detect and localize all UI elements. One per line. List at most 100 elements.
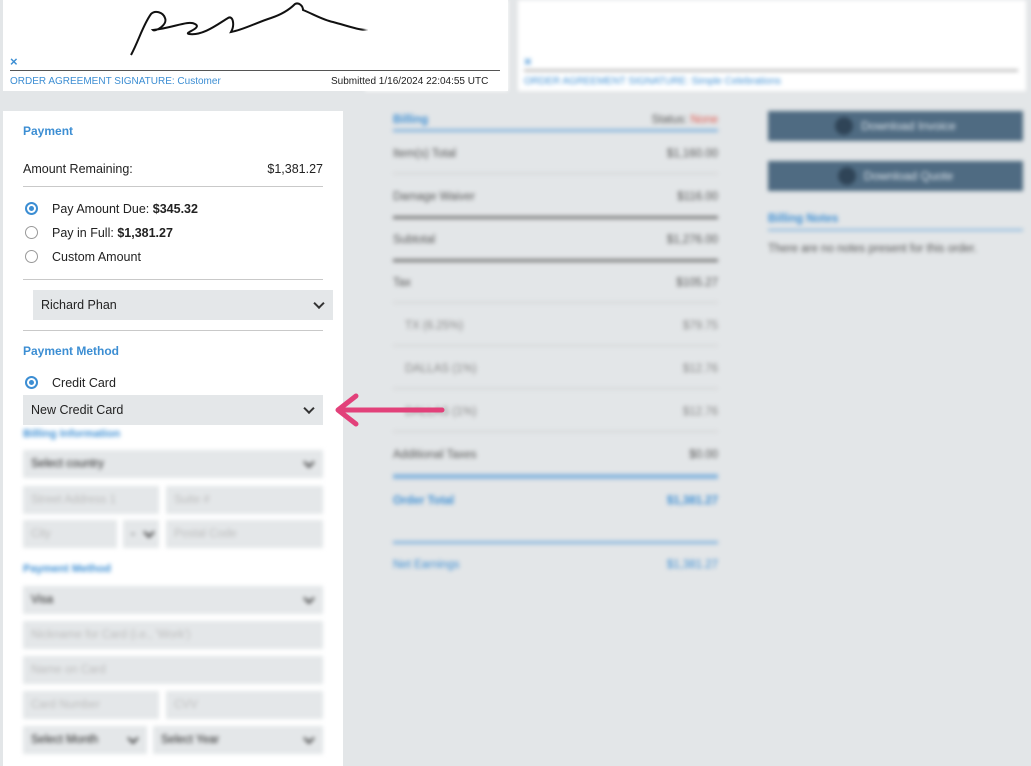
- billing-row-label: DALLAS (1%): [405, 363, 477, 375]
- expiry-year-value: Select Year: [161, 734, 220, 746]
- billing-row-items-total: Item(s) Total $1,160.00: [393, 148, 718, 168]
- order-total-value: $1,381.27: [666, 495, 718, 507]
- credit-card-option[interactable]: Credit Card: [52, 376, 312, 390]
- card-type-select[interactable]: Visa: [23, 586, 323, 614]
- state-select[interactable]: -: [123, 520, 159, 548]
- city-input[interactable]: City: [23, 520, 117, 548]
- billing-title-underline: [393, 129, 718, 132]
- credit-card-radio[interactable]: [25, 376, 38, 389]
- billing-status: Status: None: [393, 114, 718, 126]
- billing-status-label: Status:: [651, 114, 688, 126]
- billing-row-value: $116.00: [677, 191, 718, 203]
- billing-row-additional-taxes: Additional Taxes $0.00: [393, 449, 718, 469]
- divider: [23, 330, 323, 331]
- name-on-card-input[interactable]: Name on Card: [23, 656, 323, 684]
- company-signature-label: ORDER AGREEMENT SIGNATURE: Simple Celebr…: [524, 76, 781, 87]
- pay-in-full-option[interactable]: Pay in Full: $1,381.27: [52, 226, 312, 240]
- billing-row-value: $1,160.00: [666, 148, 718, 160]
- chevron-down-icon: [303, 732, 315, 745]
- clear-customer-signature-icon[interactable]: ×: [10, 54, 18, 69]
- signature-submitted-time: Submitted 1/16/2024 22:04:55 UTC: [331, 76, 489, 87]
- billing-row-tx-tax: TX (6.25%) $79.75: [393, 320, 718, 340]
- billing-row-value: $1,276.00: [666, 234, 718, 246]
- billing-row-label: TX (6.25%): [405, 320, 464, 332]
- billing-row-order-total: Order Total $1,381.27: [393, 495, 718, 515]
- pay-amount-due-value: $345.32: [152, 202, 198, 216]
- custom-amount-option[interactable]: Custom Amount: [52, 250, 312, 264]
- chevron-down-icon: [313, 297, 325, 310]
- chevron-down-icon: [303, 402, 315, 415]
- amount-remaining-label: Amount Remaining:: [23, 162, 133, 176]
- billing-row-label: Additional Taxes: [393, 449, 477, 461]
- billing-notes-underline: [768, 229, 1023, 231]
- download-quote-button[interactable]: Download Quote: [768, 161, 1023, 191]
- cvv-input[interactable]: CVV: [166, 691, 323, 719]
- divider: [393, 216, 718, 219]
- divider: [393, 345, 718, 346]
- suite-input[interactable]: Suite #: [166, 486, 323, 514]
- chevron-down-icon: [303, 592, 315, 605]
- billing-information-title: Billing Information: [23, 428, 121, 440]
- expiry-month-value: Select Month: [31, 734, 99, 746]
- billing-notes-text: There are no notes present for this orde…: [768, 243, 978, 255]
- divider: [393, 302, 718, 303]
- divider: [23, 279, 323, 280]
- billing-row-value: $79.75: [682, 320, 718, 332]
- divider: [393, 388, 718, 389]
- billing-row-value: $12.76: [682, 406, 718, 418]
- divider: [393, 431, 718, 432]
- country-select[interactable]: Select country: [23, 450, 323, 478]
- billing-row-label: Tax: [393, 277, 411, 289]
- card-select-value: New Credit Card: [31, 403, 124, 417]
- order-total-label: Order Total: [393, 495, 455, 507]
- card-number-input[interactable]: Card Number: [23, 691, 159, 719]
- billing-row-value: $12.76: [682, 363, 718, 375]
- divider: [393, 259, 718, 262]
- divider: [393, 541, 718, 544]
- divider: [23, 186, 323, 187]
- billing-row-label: Subtotal: [393, 234, 436, 246]
- download-icon: [835, 117, 854, 135]
- net-earnings-value: $1,381.27: [666, 559, 718, 571]
- divider: [393, 474, 718, 479]
- card-nickname-input[interactable]: Nickname for Card (i.e., 'Work'): [23, 621, 323, 649]
- billing-status-value: None: [690, 114, 719, 126]
- custom-amount-radio[interactable]: [25, 250, 38, 263]
- chevron-down-icon: [127, 732, 139, 745]
- company-signature-box: × ORDER AGREEMENT SIGNATURE: Simple Cele…: [518, 0, 1026, 91]
- billing-row-label: Damage Waiver: [393, 191, 476, 203]
- clear-company-signature-icon[interactable]: ×: [524, 54, 532, 69]
- company-signature-line: [524, 70, 1018, 71]
- card-select[interactable]: New Credit Card: [23, 395, 323, 425]
- pay-in-full-radio[interactable]: [25, 226, 38, 239]
- payment-method-title: Payment Method: [23, 344, 120, 358]
- customer-signature-label: ORDER AGREEMENT SIGNATURE: Customer: [10, 76, 221, 87]
- payer-select[interactable]: Richard Phan: [33, 290, 333, 320]
- annotation-arrow-icon: [335, 393, 445, 427]
- payer-select-value: Richard Phan: [41, 298, 117, 312]
- custom-amount-label: Custom Amount: [52, 250, 141, 264]
- billing-row-net-earnings: Net Earnings $1,381.27: [393, 559, 718, 579]
- payment-title: Payment: [23, 124, 74, 138]
- country-select-value: Select country: [31, 458, 104, 470]
- download-invoice-button[interactable]: Download Invoice: [768, 111, 1023, 141]
- expiry-month-select[interactable]: Select Month: [23, 726, 147, 754]
- payment-method-title-2: Payment Method: [23, 563, 112, 575]
- billing-row-value: $0.00: [689, 449, 718, 461]
- street-address-input[interactable]: Street Address 1: [23, 486, 159, 514]
- card-type-select-value: Visa: [31, 594, 54, 606]
- billing-row-city-tax: DALLAS (1%) $12.76: [393, 363, 718, 383]
- pay-amount-due-radio[interactable]: [25, 202, 38, 215]
- expiry-year-select[interactable]: Select Year: [153, 726, 323, 754]
- net-earnings-label: Net Earnings: [393, 559, 460, 571]
- divider: [393, 173, 718, 174]
- customer-signature-box: × ORDER AGREEMENT SIGNATURE: Customer Su…: [3, 0, 508, 91]
- credit-card-label: Credit Card: [52, 376, 116, 390]
- postal-code-input[interactable]: Postal Code: [166, 520, 323, 548]
- download-invoice-label: Download Invoice: [861, 119, 956, 133]
- chevron-down-icon: [143, 526, 155, 539]
- customer-signature-line: [10, 70, 500, 71]
- pay-in-full-label: Pay in Full:: [52, 226, 118, 240]
- amount-remaining-value: $1,381.27: [267, 162, 323, 176]
- pay-amount-due-option[interactable]: Pay Amount Due: $345.32: [52, 202, 312, 216]
